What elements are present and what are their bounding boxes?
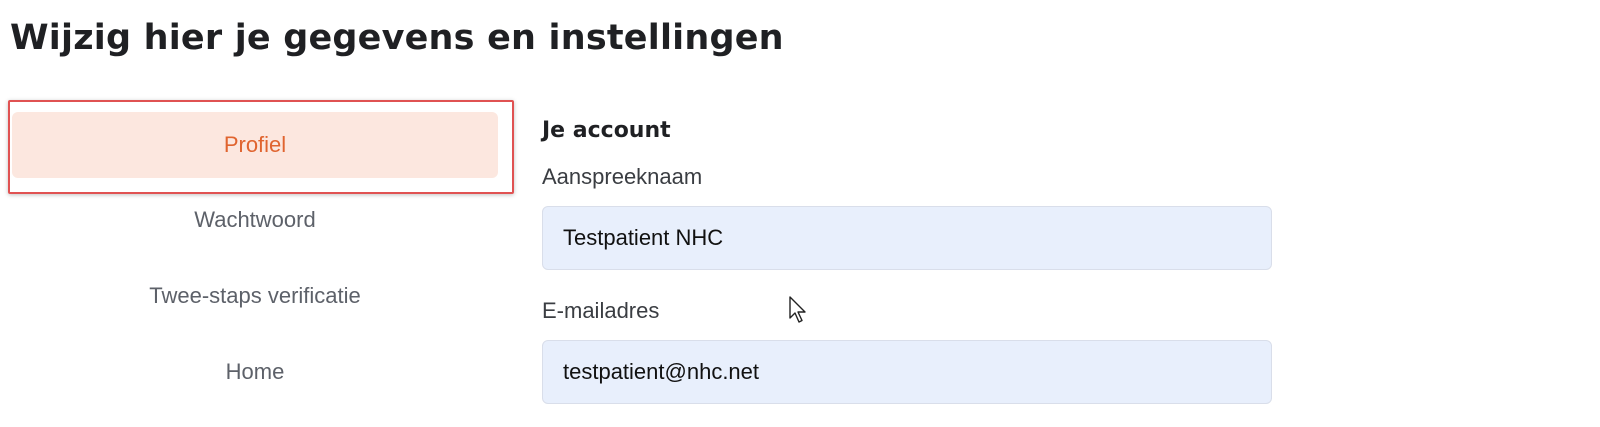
sidebar-item-label: Home: [225, 359, 285, 384]
sidebar-item-home[interactable]: Home: [12, 339, 498, 405]
page-title: Wijzig hier je gegevens en instellingen: [10, 18, 784, 58]
aanspreeknaam-label: Aanspreeknaam: [542, 164, 703, 189]
aanspreeknaam-input[interactable]: [542, 206, 1272, 270]
sidebar-item-twee-staps-verificatie[interactable]: Twee-staps verificatie: [12, 263, 498, 329]
email-label: E-mailadres: [542, 298, 660, 323]
mouse-pointer-icon: [789, 296, 806, 323]
sidebar-item-label: Profiel: [223, 132, 287, 157]
sidebar-item-label: Wachtwoord: [194, 207, 316, 232]
section-heading: Je account: [542, 118, 671, 143]
sidebar-item-profiel[interactable]: Profiel: [12, 112, 498, 178]
sidebar-item-wachtwoord[interactable]: Wachtwoord: [12, 187, 498, 253]
email-input[interactable]: [542, 340, 1272, 404]
sidebar-item-label: Twee-staps verificatie: [149, 283, 361, 308]
